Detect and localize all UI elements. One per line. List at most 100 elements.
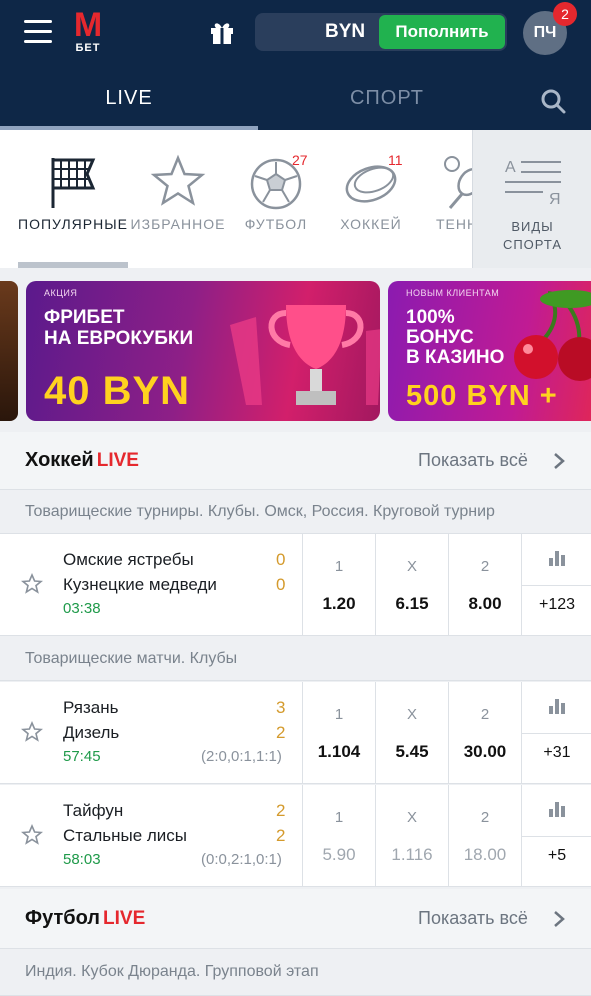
live-label: LIVE <box>96 450 139 471</box>
odd-home[interactable]: 1 1.20 <box>302 534 374 636</box>
live-label: LIVE <box>103 908 146 929</box>
more-markets[interactable]: +5 <box>521 785 591 887</box>
top-bar: М БЕТ BYN Пополнить ПЧ 2 <box>0 0 591 70</box>
show-all-link[interactable]: Показать всё <box>418 432 528 488</box>
sports-list-label: ВИДЫ СПОРТА <box>473 218 591 254</box>
score-away: 2 <box>276 723 286 742</box>
score-home: 2 <box>276 801 286 820</box>
svg-text:Я: Я <box>549 191 561 208</box>
category-hockey[interactable]: 11 ХОККЕЙ <box>330 130 412 268</box>
score-away: 0 <box>276 575 286 594</box>
league-header[interactable]: Товарищеские матчи. Клубы <box>0 637 591 681</box>
team-home: Омские ястребы <box>63 550 194 569</box>
banner-title-1: ФРИБЕТ <box>44 307 125 328</box>
event-row[interactable]: Рязань Дизель 3 2 57:45 (2:0,0:1,1:1) 11… <box>0 682 591 784</box>
stats-icon[interactable] <box>548 549 566 567</box>
odd-draw[interactable]: X 1.116 <box>375 785 447 887</box>
match-time: 57:45 <box>63 748 101 765</box>
odd-home[interactable]: 1 1.104 <box>302 682 374 784</box>
menu-icon[interactable] <box>24 20 52 44</box>
score-home: 0 <box>276 550 286 569</box>
notification-badge: 2 <box>553 2 577 26</box>
chevron-right-icon[interactable] <box>553 910 565 928</box>
promo-carousel: АКЦИЯ ФРИБЕТ НА ЕВРОКУБКИ 40 BYN НОВЫМ К… <box>0 268 591 432</box>
logo-letter: М <box>73 6 103 44</box>
sports-label-line1: ВИДЫ <box>511 219 554 234</box>
stats-icon[interactable] <box>548 697 566 715</box>
favorite-star-icon[interactable] <box>20 572 44 595</box>
odd-key: 1 <box>334 706 344 723</box>
chevron-right-icon[interactable] <box>553 452 565 470</box>
logo-sub: БЕТ <box>75 42 101 54</box>
odd-value: 1.116 <box>391 845 433 864</box>
odd-key: X <box>406 706 417 723</box>
balance-box[interactable]: BYN Пополнить <box>255 13 507 51</box>
section-title-text: Хоккей <box>25 449 94 471</box>
favorite-star-icon[interactable] <box>20 720 44 743</box>
odd-key: 2 <box>480 809 490 826</box>
odd-draw[interactable]: X 6.15 <box>375 534 447 636</box>
odd-draw[interactable]: X 5.45 <box>375 682 447 784</box>
more-markets-count: +5 <box>547 847 567 864</box>
odd-away[interactable]: 2 8.00 <box>448 534 520 636</box>
more-markets[interactable]: +31 <box>521 682 591 784</box>
odd-value: 1.20 <box>322 594 356 613</box>
odd-value: 5.45 <box>395 742 429 761</box>
app-header: М БЕТ BYN Пополнить ПЧ 2 LIVE СПОРТ <box>0 0 591 130</box>
league-header[interactable]: Индия. Кубок Дюранда. Групповой этап <box>0 949 591 996</box>
league-header[interactable]: Товарищеские турниры. Клубы. Омск, Росси… <box>0 490 591 534</box>
stats-icon[interactable] <box>548 800 566 818</box>
category-favorites[interactable]: ИЗБРАННОЕ <box>130 130 226 268</box>
main-tabs: LIVE СПОРТ <box>0 70 591 130</box>
section-title: Футбол LIVE <box>25 889 145 948</box>
more-markets[interactable]: +123 <box>521 534 591 636</box>
category-label: ХОККЕЙ <box>340 216 402 232</box>
match-time: 58:03 <box>63 851 101 868</box>
divider <box>522 733 591 734</box>
category-football[interactable]: 27 ФУТБОЛ <box>236 130 316 268</box>
sports-label-line2: СПОРТА <box>502 237 563 252</box>
tab-live[interactable]: LIVE <box>0 70 258 130</box>
banner-prev-peek[interactable] <box>0 281 18 421</box>
category-bar: ПОПУЛЯРНЫЕ ИЗБРАННОЕ 27 ФУТБОЛ 11 ХОККЕЙ… <box>0 130 591 268</box>
section-header-football[interactable]: Футбол LIVE Показать всё <box>0 889 591 949</box>
promo-banner-freebet[interactable]: АКЦИЯ ФРИБЕТ НА ЕВРОКУБКИ 40 BYN <box>26 281 380 421</box>
favorite-star-icon[interactable] <box>20 823 44 846</box>
team-home: Рязань <box>63 698 119 717</box>
odd-key: X <box>406 558 417 575</box>
gift-icon[interactable] <box>208 18 236 46</box>
tab-sport[interactable]: СПОРТ <box>258 70 516 130</box>
odd-key: X <box>406 809 417 826</box>
banner-amount: 500 BYN + <box>406 380 558 412</box>
odd-value: 18.00 <box>463 845 507 864</box>
section-header-hockey[interactable]: Хоккей LIVE Показать всё <box>0 432 591 490</box>
promo-banner-casino[interactable]: НОВЫМ КЛИЕНТАМ 100% БОНУС В КАЗИНО 500 B… <box>388 281 591 421</box>
match-time: 03:38 <box>63 600 101 617</box>
event-row[interactable]: Омские ястребы Кузнецкие медведи 0 0 03:… <box>0 534 591 636</box>
cup-icon <box>230 305 380 405</box>
section-title: Хоккей LIVE <box>25 432 139 489</box>
banner-amount: 40 BYN <box>44 369 191 413</box>
odd-away[interactable]: 2 30.00 <box>448 682 520 784</box>
odd-key: 2 <box>480 558 490 575</box>
show-all-link[interactable]: Показать всё <box>418 889 528 947</box>
category-popular[interactable]: ПОПУЛЯРНЫЕ <box>16 130 130 268</box>
section-title-text: Футбол <box>25 907 101 929</box>
sports-list-button[interactable]: А Я ВИДЫ СПОРТА <box>472 130 591 268</box>
list-icon: А Я <box>503 156 563 208</box>
star-icon <box>148 152 208 212</box>
logo[interactable]: М БЕТ <box>68 8 108 54</box>
team-away: Дизель <box>63 723 120 742</box>
more-markets-count: +123 <box>538 596 576 613</box>
odd-key: 1 <box>334 558 344 575</box>
event-row[interactable]: Тайфун Стальные лисы 2 2 58:03 (0:0,2:1,… <box>0 785 591 887</box>
banner-title-1: 100% <box>406 307 455 328</box>
topup-button[interactable]: Пополнить <box>379 15 505 49</box>
odd-value: 1.104 <box>317 742 361 761</box>
odd-key: 2 <box>480 706 490 723</box>
odd-home[interactable]: 1 5.90 <box>302 785 374 887</box>
search-icon[interactable] <box>540 88 566 114</box>
odd-away[interactable]: 2 18.00 <box>448 785 520 887</box>
category-label: ИЗБРАННОЕ <box>130 216 226 232</box>
team-away: Стальные лисы <box>63 826 188 845</box>
